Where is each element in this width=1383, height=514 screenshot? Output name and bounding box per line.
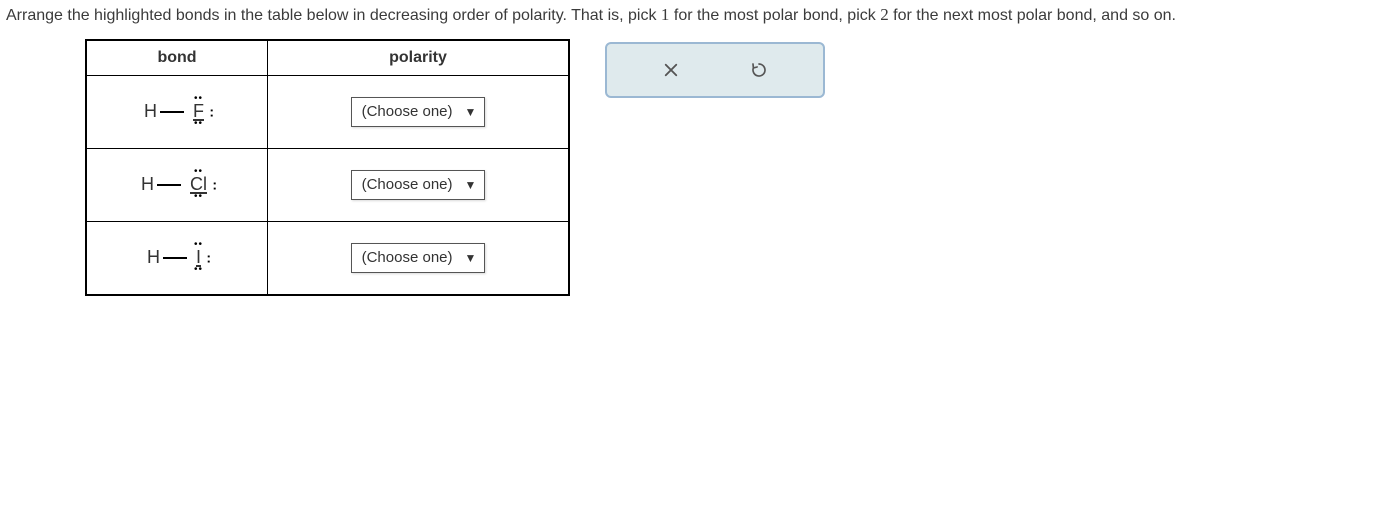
polarity-cell: (Choose one) ▼ bbox=[268, 221, 570, 295]
bond-cell-hf: H F bbox=[86, 75, 268, 148]
atom-left: H bbox=[144, 101, 157, 122]
table-row: H F (Choose one) ▼ bbox=[86, 75, 569, 148]
atom-left: H bbox=[141, 174, 154, 195]
instructions-post: for the next most polar bond, and so on. bbox=[889, 7, 1176, 24]
bond-cell-hcl: H Cl bbox=[86, 148, 268, 221]
polarity-dropdown-2[interactable]: (Choose one) ▼ bbox=[351, 170, 486, 200]
polarity-dropdown-1[interactable]: (Choose one) ▼ bbox=[351, 97, 486, 127]
lone-pair-icon bbox=[194, 94, 203, 104]
header-bond: bond bbox=[86, 40, 268, 76]
lone-pair-icon bbox=[194, 265, 203, 275]
x-icon bbox=[662, 61, 680, 79]
atom-right: F bbox=[187, 101, 210, 122]
instructions-mid: for the most polar bond, pick bbox=[669, 7, 880, 24]
lone-pair-icon bbox=[212, 177, 218, 192]
action-panel bbox=[605, 42, 825, 98]
header-polarity: polarity bbox=[268, 40, 570, 76]
rank-number-2: 2 bbox=[880, 5, 889, 24]
atom-right: Cl bbox=[184, 174, 213, 195]
dropdown-placeholder: (Choose one) bbox=[362, 103, 453, 120]
bond-line-icon bbox=[157, 184, 181, 186]
chevron-down-icon: ▼ bbox=[465, 251, 477, 265]
instructions-pre: Arrange the highlighted bonds in the tab… bbox=[6, 7, 661, 24]
polarity-cell: (Choose one) ▼ bbox=[268, 148, 570, 221]
lone-pair-icon bbox=[209, 104, 215, 119]
atom-right: I bbox=[190, 247, 207, 268]
lone-pair-icon bbox=[194, 119, 203, 129]
lone-pair-icon bbox=[194, 167, 203, 177]
bond-line-icon bbox=[160, 111, 184, 113]
bond-cell-hi: H I bbox=[86, 221, 268, 295]
polarity-cell: (Choose one) ▼ bbox=[268, 75, 570, 148]
bond-line-icon bbox=[163, 257, 187, 259]
chevron-down-icon: ▼ bbox=[465, 105, 477, 119]
atom-left: H bbox=[147, 247, 160, 268]
lone-pair-icon bbox=[194, 240, 203, 250]
reset-icon bbox=[750, 61, 768, 79]
dropdown-placeholder: (Choose one) bbox=[362, 176, 453, 193]
clear-button[interactable] bbox=[656, 55, 686, 85]
reset-button[interactable] bbox=[744, 55, 774, 85]
polarity-dropdown-3[interactable]: (Choose one) ▼ bbox=[351, 243, 486, 273]
table-row: H I (Choose one) ▼ bbox=[86, 221, 569, 295]
dropdown-placeholder: (Choose one) bbox=[362, 249, 453, 266]
table-row: H Cl (Choose one) ▼ bbox=[86, 148, 569, 221]
lone-pair-icon bbox=[194, 192, 203, 202]
polarity-table: bond polarity H F bbox=[85, 39, 570, 296]
chevron-down-icon: ▼ bbox=[465, 178, 477, 192]
lone-pair-icon bbox=[206, 250, 212, 265]
instructions: Arrange the highlighted bonds in the tab… bbox=[0, 0, 1383, 39]
